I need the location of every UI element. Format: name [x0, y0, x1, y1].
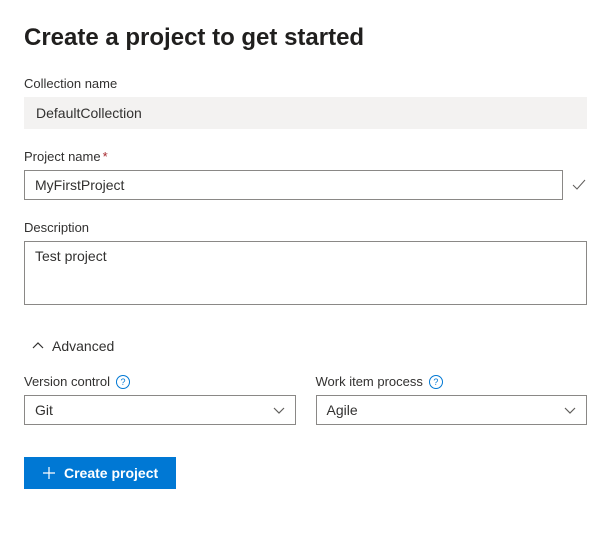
- required-indicator: *: [103, 149, 108, 164]
- checkmark-icon: [571, 177, 587, 193]
- project-name-input[interactable]: [24, 170, 563, 200]
- work-item-process-value: Agile: [327, 402, 565, 418]
- description-input[interactable]: [24, 241, 587, 305]
- advanced-section: Version control ? Git Work item process …: [24, 374, 587, 425]
- help-icon[interactable]: ?: [429, 375, 443, 389]
- version-control-select[interactable]: Git: [24, 395, 296, 425]
- create-project-button-label: Create project: [64, 465, 158, 481]
- collection-name-group: Collection name DefaultCollection: [24, 76, 587, 129]
- collection-name-value: DefaultCollection: [24, 97, 587, 129]
- collection-name-label: Collection name: [24, 76, 587, 91]
- work-item-process-group: Work item process ? Agile: [316, 374, 588, 425]
- chevron-up-icon: [32, 340, 44, 352]
- create-project-button[interactable]: Create project: [24, 457, 176, 489]
- version-control-group: Version control ? Git: [24, 374, 296, 425]
- advanced-label: Advanced: [52, 338, 114, 354]
- description-label: Description: [24, 220, 587, 235]
- advanced-expander[interactable]: Advanced: [32, 334, 114, 358]
- project-name-group: Project name*: [24, 149, 587, 200]
- plus-icon: [42, 466, 56, 480]
- version-control-value: Git: [35, 402, 273, 418]
- chevron-down-icon: [564, 404, 576, 416]
- project-name-label-text: Project name: [24, 149, 101, 164]
- version-control-label: Version control: [24, 374, 110, 389]
- project-name-label: Project name*: [24, 149, 587, 164]
- description-group: Description: [24, 220, 587, 310]
- work-item-process-label: Work item process: [316, 374, 423, 389]
- help-icon[interactable]: ?: [116, 375, 130, 389]
- page-title: Create a project to get started: [24, 24, 587, 52]
- chevron-down-icon: [273, 404, 285, 416]
- work-item-process-select[interactable]: Agile: [316, 395, 588, 425]
